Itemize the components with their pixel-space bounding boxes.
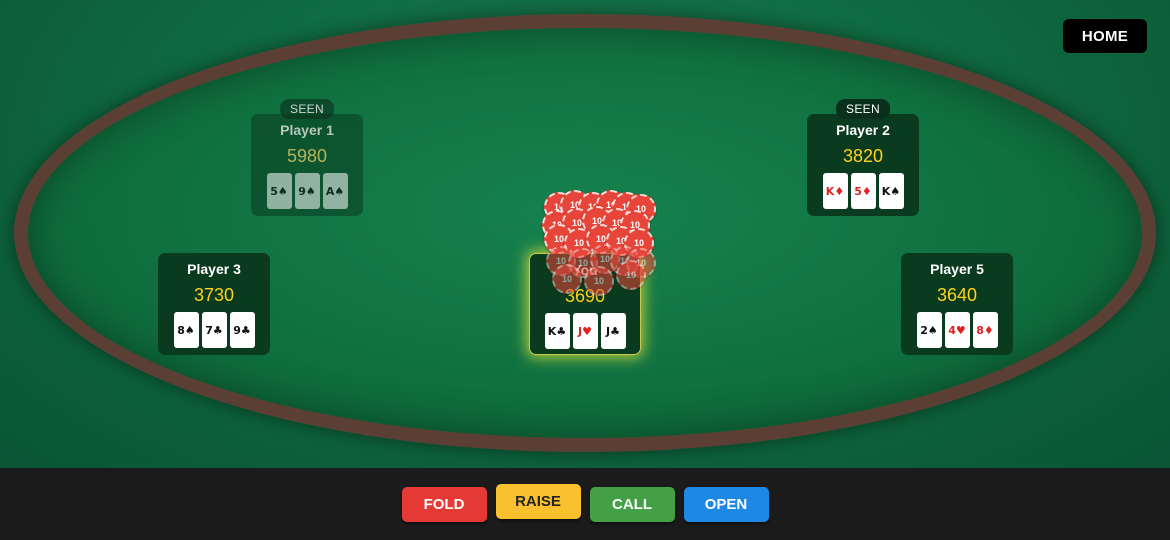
player-seat-3: Player 3 3730 8♠ 7♣ 9♣ (158, 253, 270, 355)
playing-card: 9♣ (229, 312, 255, 348)
player-seat-5: Player 5 3640 2♠ 4♥ 8♦ (901, 253, 1013, 355)
playing-card: 8♦ (972, 312, 998, 348)
playing-card[interactable]: J♣ (600, 313, 626, 349)
playing-card: 4♥ (944, 312, 970, 348)
playing-card[interactable]: K♣ (544, 313, 570, 349)
player-chips: 3640 (936, 285, 978, 305)
playing-card: 5♦ (850, 173, 876, 209)
player-seat-you: You 3690 K♣ J♥ J♣ (529, 253, 641, 355)
call-button[interactable]: CALL (589, 486, 675, 522)
poker-table (0, 0, 1170, 468)
playing-card: 8♠ (173, 312, 199, 348)
playing-card: K♠ (878, 173, 904, 209)
action-bar: FOLD RAISE CALL OPEN (0, 468, 1170, 540)
open-button[interactable]: OPEN (683, 486, 769, 522)
home-button[interactable]: HOME (1063, 19, 1147, 53)
player-hand: K♦ 5♦ K♠ (807, 173, 919, 209)
player-chips: 3690 (564, 286, 606, 306)
playing-card: 5♠ (266, 173, 292, 209)
player-hand: 2♠ 4♥ 8♦ (901, 312, 1013, 348)
raise-button[interactable]: RAISE (495, 483, 581, 519)
player-name: Player 1 (280, 122, 334, 138)
player-name: Player 2 (836, 122, 890, 138)
player-chips: 3820 (842, 146, 884, 166)
player-name: Player 3 (187, 261, 241, 277)
player-hand: 5♠ 9♠ A♠ (251, 173, 363, 209)
playing-card: 9♠ (294, 173, 320, 209)
player-seat-2: SEEN Player 2 3820 K♦ 5♦ K♠ (807, 99, 919, 216)
playing-card: A♠ (322, 173, 348, 209)
player-name: You (572, 262, 598, 278)
playing-card[interactable]: J♥ (572, 313, 598, 349)
player-hand: 8♠ 7♣ 9♣ (158, 312, 270, 348)
player-hand: K♣ J♥ J♣ (530, 313, 640, 349)
fold-button[interactable]: FOLD (401, 486, 487, 522)
seen-badge: SEEN (280, 99, 334, 119)
player-name: Player 5 (930, 261, 984, 277)
player-chips: 5980 (286, 146, 328, 166)
player-chips: 3730 (193, 285, 235, 305)
playing-card: K♦ (822, 173, 848, 209)
playing-card: 2♠ (916, 312, 942, 348)
table-rail (14, 14, 1156, 452)
seen-badge: SEEN (836, 99, 890, 119)
player-seat-1: SEEN Player 1 5980 5♠ 9♠ A♠ (251, 99, 363, 216)
playing-card: 7♣ (201, 312, 227, 348)
